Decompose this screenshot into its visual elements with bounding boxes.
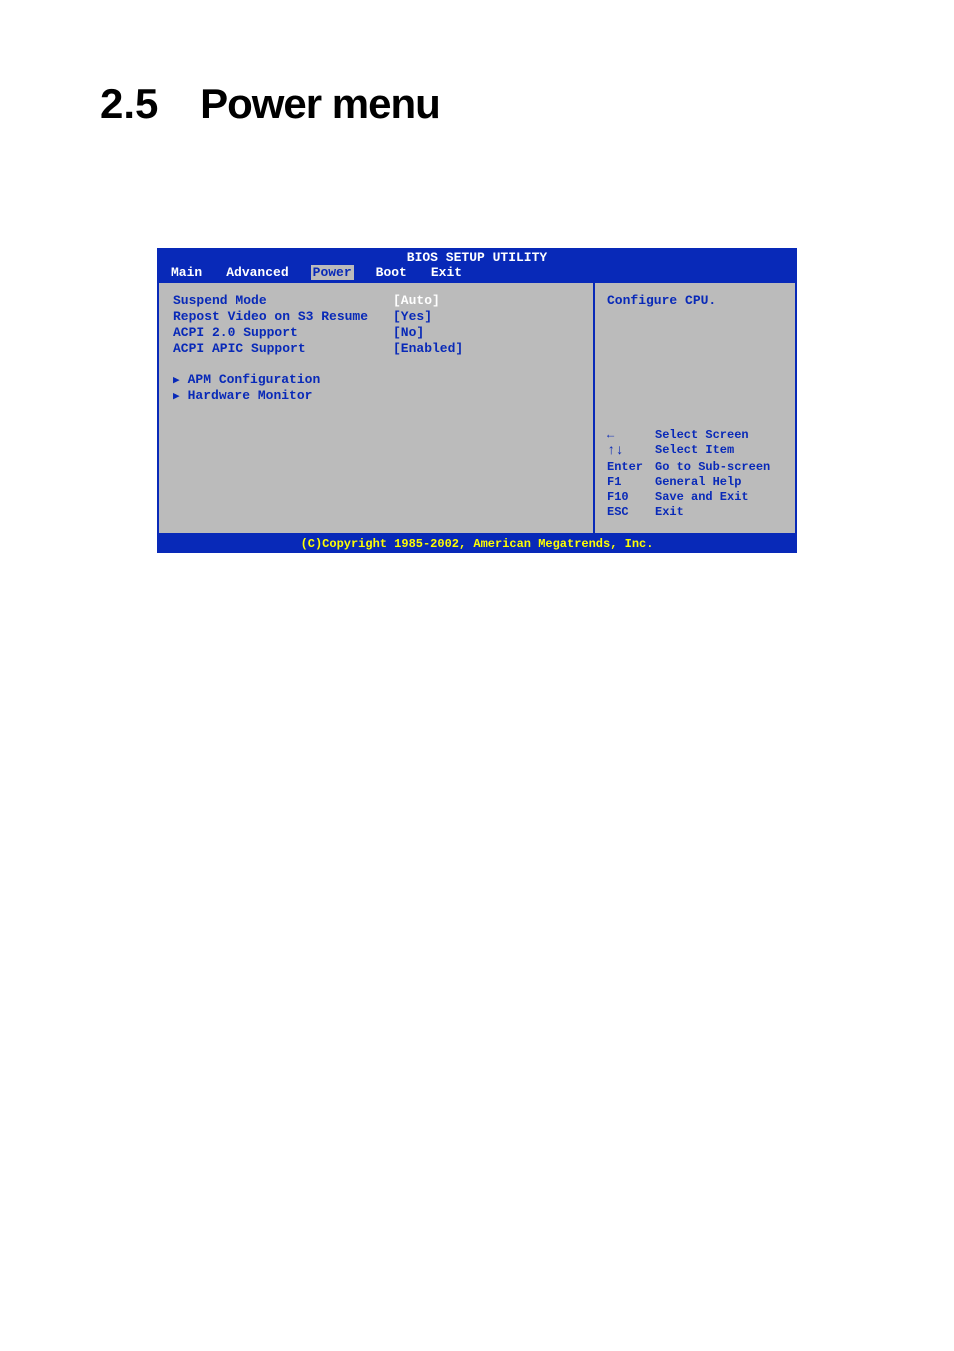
bios-settings-panel: Suspend Mode [Auto] Repost Video on S3 R… [159, 283, 595, 533]
submenu-apm[interactable]: ▶ APM Configuration [173, 372, 579, 387]
acpi-apic-label: ACPI APIC Support [173, 341, 393, 356]
nav-enter-action: Go to Sub-screen [655, 460, 770, 474]
apm-label: APM Configuration [188, 372, 321, 387]
acpi-20-label: ACPI 2.0 Support [173, 325, 393, 340]
arrow-right-icon: ▶ [173, 389, 180, 403]
setting-suspend-mode[interactable]: Suspend Mode [Auto] [173, 293, 579, 308]
tab-advanced[interactable]: Advanced [224, 265, 290, 280]
arrow-left-icon [607, 428, 655, 442]
setting-repost-video[interactable]: Repost Video on S3 Resume [Yes] [173, 309, 579, 324]
tab-main[interactable]: Main [169, 265, 204, 280]
nav-f10-key: F10 [607, 490, 655, 504]
acpi-20-value: [No] [393, 325, 424, 340]
repost-video-label: Repost Video on S3 Resume [173, 309, 393, 324]
nav-esc-action: Exit [655, 505, 684, 519]
section-number: 2.5 [100, 80, 158, 127]
bios-copyright-footer: (C)Copyright 1985-2002, American Megatre… [157, 535, 797, 553]
page-heading: 2.5 Power menu [0, 0, 954, 128]
bios-screenshot: BIOS SETUP UTILITY Main Advanced Power B… [157, 248, 797, 553]
setting-acpi-apic[interactable]: ACPI APIC Support [Enabled] [173, 341, 579, 356]
bios-body: Suspend Mode [Auto] Repost Video on S3 R… [159, 283, 795, 533]
suspend-mode-label: Suspend Mode [173, 293, 393, 308]
arrow-right-icon: ▶ [173, 373, 180, 387]
acpi-apic-value: [Enabled] [393, 341, 463, 356]
navigation-help: Select Screen Select Item Enter Go to Su… [607, 428, 783, 519]
nav-enter-key: Enter [607, 460, 655, 474]
hardware-monitor-label: Hardware Monitor [188, 388, 313, 403]
nav-select-screen: Select Screen [655, 428, 749, 442]
repost-video-value: [Yes] [393, 309, 432, 324]
help-text: Configure CPU. [607, 293, 783, 308]
bios-help-panel: Configure CPU. Select Screen Select Item… [595, 283, 795, 533]
nav-f1-key: F1 [607, 475, 655, 489]
tab-power[interactable]: Power [311, 265, 354, 280]
title-text: Power menu [200, 80, 440, 127]
submenu-hardware-monitor[interactable]: ▶ Hardware Monitor [173, 388, 579, 403]
bios-tab-bar: Main Advanced Power Boot Exit [157, 265, 797, 283]
tab-exit[interactable]: Exit [429, 265, 464, 280]
nav-f1-action: General Help [655, 475, 741, 489]
nav-select-item: Select Item [655, 443, 734, 459]
suspend-mode-value: [Auto] [393, 293, 440, 308]
nav-esc-key: ESC [607, 505, 655, 519]
tab-boot[interactable]: Boot [374, 265, 409, 280]
arrow-updown-icon [607, 443, 655, 459]
bios-header-title: BIOS SETUP UTILITY [157, 248, 797, 265]
setting-acpi-20[interactable]: ACPI 2.0 Support [No] [173, 325, 579, 340]
nav-f10-action: Save and Exit [655, 490, 749, 504]
